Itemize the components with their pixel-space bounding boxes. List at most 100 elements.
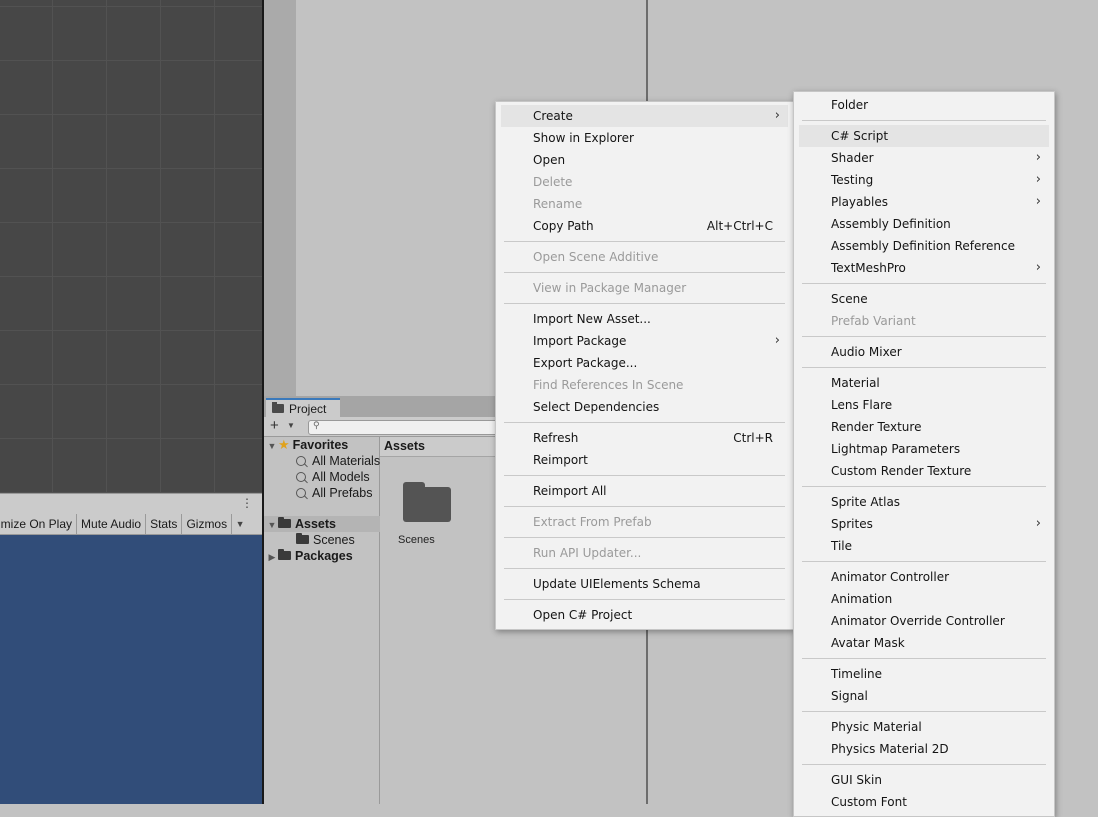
- menu-item-material[interactable]: Material: [794, 372, 1054, 394]
- folder-icon: [278, 549, 291, 560]
- menu-item-refresh[interactable]: Refresh Ctrl+R: [496, 427, 793, 449]
- tree-item-label: All Models: [312, 470, 370, 484]
- menu-item-label: Testing: [831, 173, 874, 187]
- menu-item-reimport[interactable]: Reimport: [496, 449, 793, 471]
- menu-item-import-new-asset[interactable]: Import New Asset...: [496, 308, 793, 330]
- menu-item-tile[interactable]: Tile: [794, 535, 1054, 557]
- scene-view[interactable]: [0, 0, 262, 493]
- search-icon: ⚲: [313, 420, 320, 430]
- menu-separator: [802, 283, 1046, 284]
- menu-item-assembly-definition[interactable]: Assembly Definition: [794, 213, 1054, 235]
- expand-arrow-icon[interactable]: ▶: [266, 549, 278, 565]
- menu-item-scene[interactable]: Scene: [794, 288, 1054, 310]
- expand-arrow-icon[interactable]: ▼: [266, 438, 278, 454]
- menu-item-custom-render-texture[interactable]: Custom Render Texture: [794, 460, 1054, 482]
- add-button[interactable]: +: [270, 417, 279, 435]
- menu-item-animation[interactable]: Animation: [794, 588, 1054, 610]
- menu-item-update-uielements-schema[interactable]: Update UIElements Schema: [496, 573, 793, 595]
- menu-item-label: Custom Font: [831, 795, 907, 809]
- menu-item-label: Sprites: [831, 517, 873, 531]
- menu-item-label: Import Package: [533, 334, 627, 348]
- folder-icon[interactable]: [403, 482, 451, 522]
- menu-item-label: Tile: [831, 539, 853, 553]
- tab-project-label: Project: [289, 401, 327, 416]
- menu-item-label: Copy Path: [533, 219, 594, 233]
- menu-item-physic-material[interactable]: Physic Material: [794, 716, 1054, 738]
- menu-separator: [802, 120, 1046, 121]
- menu-item-reimport-all[interactable]: Reimport All: [496, 480, 793, 502]
- menu-separator: [504, 303, 785, 304]
- tree-item-scenes[interactable]: Scenes: [296, 532, 355, 548]
- menu-item-label: Open C# Project: [533, 608, 633, 622]
- game-view[interactable]: [0, 535, 262, 804]
- menu-item-testing[interactable]: Testing ›: [794, 169, 1054, 191]
- gizmos-toggle[interactable]: Gizmos: [182, 514, 233, 534]
- maximize-on-play-toggle[interactable]: imize On Play: [0, 514, 78, 534]
- tree-item-favorites[interactable]: ▼ ★ Favorites: [266, 437, 349, 454]
- menu-item-sprites[interactable]: Sprites ›: [794, 513, 1054, 535]
- menu-item-playables[interactable]: Playables ›: [794, 191, 1054, 213]
- chevron-right-icon: ›: [1035, 260, 1041, 275]
- more-options-icon[interactable]: ⋮: [241, 496, 253, 510]
- stats-toggle[interactable]: Stats: [146, 514, 183, 534]
- tab-project[interactable]: Project: [266, 398, 340, 417]
- assets-panel[interactable]: Assets Scenes: [380, 437, 518, 804]
- star-icon: ★: [278, 437, 290, 452]
- tree-item-all-materials[interactable]: All Materials: [296, 453, 380, 469]
- chevron-down-icon[interactable]: ▼: [287, 421, 295, 430]
- mute-audio-toggle[interactable]: Mute Audio: [77, 514, 147, 534]
- menu-item-assembly-definition-reference[interactable]: Assembly Definition Reference: [794, 235, 1054, 257]
- menu-item-render-texture[interactable]: Render Texture: [794, 416, 1054, 438]
- project-tree[interactable]: ▼ ★ Favorites All Materials All Models All…: [264, 437, 381, 804]
- tree-item-label: Favorites: [292, 438, 349, 452]
- menu-item-label: Assembly Definition Reference: [831, 239, 1016, 253]
- menu-item-label: Playables: [831, 195, 888, 209]
- tree-item-all-models[interactable]: All Models: [296, 469, 370, 485]
- menu-item-c-script[interactable]: C# Script: [799, 125, 1049, 147]
- menu-item-label: Shader: [831, 151, 874, 165]
- menu-item-timeline[interactable]: Timeline: [794, 663, 1054, 685]
- menu-item-label: Run API Updater...: [533, 546, 642, 560]
- menu-item-gui-skin[interactable]: GUI Skin: [794, 769, 1054, 791]
- asset-label[interactable]: Scenes: [398, 534, 458, 546]
- menu-separator: [802, 336, 1046, 337]
- menu-item-audio-mixer[interactable]: Audio Mixer: [794, 341, 1054, 363]
- menu-item-avatar-mask[interactable]: Avatar Mask: [794, 632, 1054, 654]
- tree-item-packages[interactable]: ▶ Packages: [266, 548, 353, 564]
- menu-separator: [504, 475, 785, 476]
- menu-item-folder[interactable]: Folder: [794, 94, 1054, 116]
- menu-separator: [504, 241, 785, 242]
- menu-item-custom-font[interactable]: Custom Font: [794, 791, 1054, 813]
- menu-item-export-package[interactable]: Export Package...: [496, 352, 793, 374]
- menu-item-select-dependencies[interactable]: Select Dependencies: [496, 396, 793, 418]
- expand-arrow-icon[interactable]: ▼: [266, 517, 278, 533]
- menu-separator: [504, 272, 785, 273]
- project-toolbar: + ▼ ⚲: [264, 417, 514, 437]
- gizmos-dropdown-icon[interactable]: ▼: [232, 519, 248, 529]
- menu-item-show-in-explorer[interactable]: Show in Explorer: [496, 127, 793, 149]
- menu-item-create[interactable]: Create ›: [501, 105, 788, 127]
- menu-item-label: Delete: [533, 175, 573, 189]
- inspector-strip: [264, 0, 296, 396]
- menu-item-signal[interactable]: Signal: [794, 685, 1054, 707]
- menu-item-physics-material-2d[interactable]: Physics Material 2D: [794, 738, 1054, 760]
- menu-item-import-package[interactable]: Import Package ›: [496, 330, 793, 352]
- menu-item-label: Import New Asset...: [533, 312, 651, 326]
- tree-item-all-prefabs[interactable]: All Prefabs: [296, 485, 372, 501]
- menu-item-textmeshpro[interactable]: TextMeshPro ›: [794, 257, 1054, 279]
- search-input[interactable]: ⚲: [308, 420, 510, 435]
- menu-item-animator-controller[interactable]: Animator Controller: [794, 566, 1054, 588]
- chevron-right-icon: ›: [1035, 172, 1041, 187]
- menu-item-open[interactable]: Open: [496, 149, 793, 171]
- menu-item-lightmap-parameters[interactable]: Lightmap Parameters: [794, 438, 1054, 460]
- tree-item-assets[interactable]: ▼ Assets: [264, 516, 381, 532]
- menu-separator: [802, 561, 1046, 562]
- menu-item-sprite-atlas[interactable]: Sprite Atlas: [794, 491, 1054, 513]
- menu-item-label: Create: [533, 109, 573, 123]
- menu-item-shader[interactable]: Shader ›: [794, 147, 1054, 169]
- menu-item-lens-flare[interactable]: Lens Flare: [794, 394, 1054, 416]
- menu-item-copy-path[interactable]: Copy Path Alt+Ctrl+C: [496, 215, 793, 237]
- menu-item-animator-override-controller[interactable]: Animator Override Controller: [794, 610, 1054, 632]
- menu-item-open-c-project[interactable]: Open C# Project: [496, 604, 793, 626]
- menu-item-label: Lightmap Parameters: [831, 442, 961, 456]
